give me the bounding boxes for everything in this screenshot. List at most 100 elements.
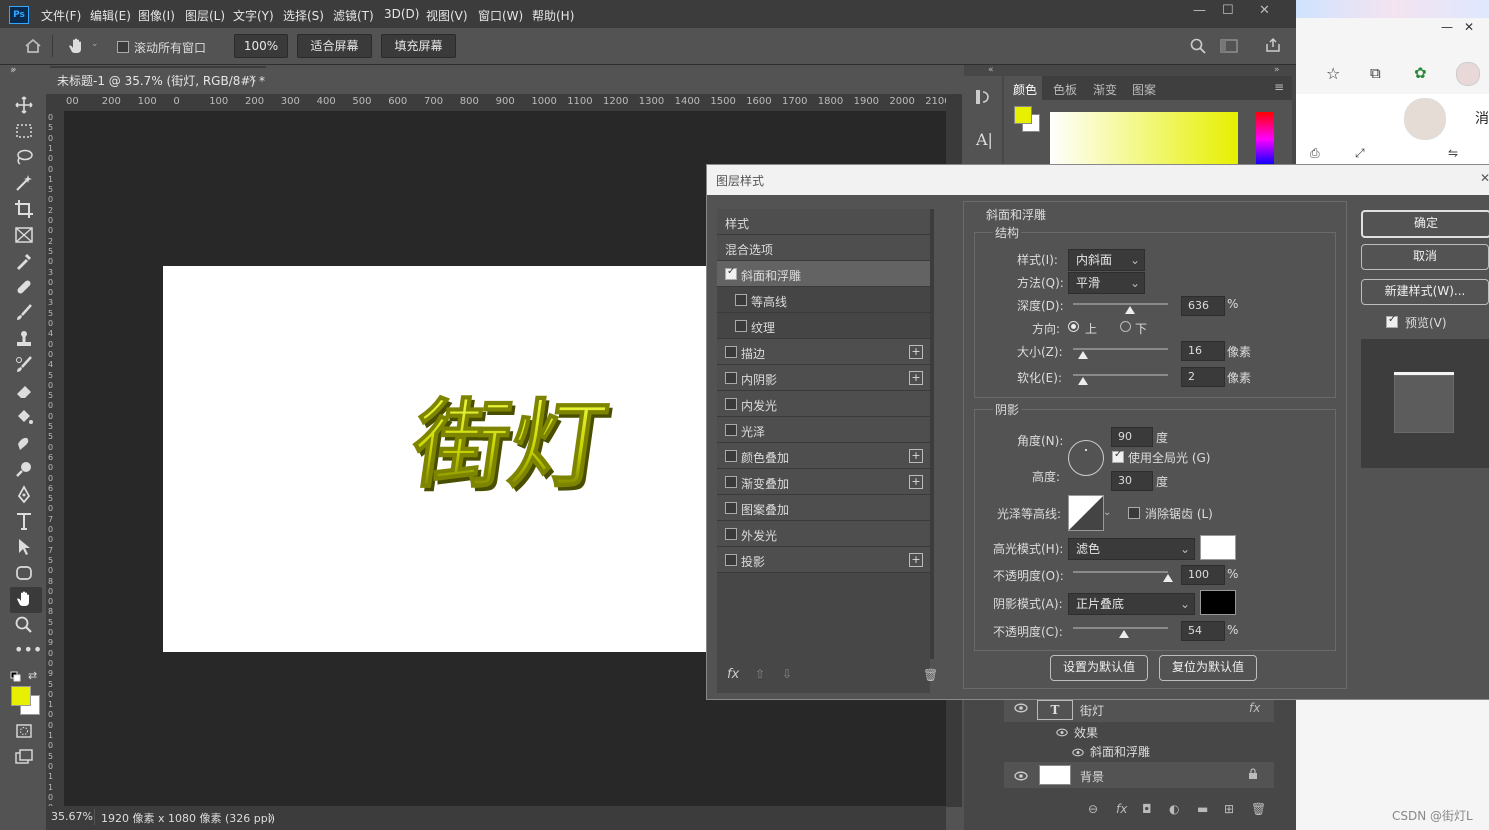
highlight-opacity-thumb[interactable] [1163, 574, 1173, 582]
style-checkbox[interactable]: ✓ [725, 266, 737, 280]
style-checkbox[interactable] [725, 554, 737, 566]
altitude-input[interactable]: 30 [1111, 471, 1153, 491]
layer-row-background[interactable]: 背景 [1004, 762, 1274, 788]
move-tool-icon[interactable] [14, 95, 38, 119]
close-button[interactable]: ✕ [1259, 3, 1270, 18]
style-list-item[interactable]: 图案叠加 [717, 495, 930, 521]
share-icon[interactable] [1265, 37, 1281, 56]
menu-image[interactable]: 图像(I) [138, 7, 175, 24]
chevron-down-icon[interactable]: ⌄ [1103, 507, 1111, 518]
style-checkbox[interactable] [725, 424, 737, 436]
status-zoom[interactable]: 35.67% [51, 810, 93, 823]
list-scrollbar[interactable] [930, 209, 934, 659]
visibility-eye-icon[interactable] [1072, 746, 1084, 760]
size-slider-track[interactable] [1073, 348, 1168, 350]
visibility-eye-icon[interactable] [1014, 770, 1028, 784]
search-icon[interactable] [1190, 38, 1206, 57]
make-default-button[interactable]: 设置为默认值 [1050, 655, 1148, 681]
default-colors-icon[interactable] [10, 671, 22, 686]
close-tab-icon[interactable]: × [248, 72, 257, 85]
eyedropper-icon[interactable] [14, 251, 38, 275]
add-style-instance-icon[interactable]: + [909, 371, 923, 385]
style-checkbox[interactable] [735, 294, 747, 306]
menu-select[interactable]: 选择(S) [283, 7, 324, 24]
style-dropdown[interactable]: 内斜面 ⌄ [1068, 249, 1145, 271]
soften-input[interactable]: 2 [1181, 367, 1225, 387]
menu-filter[interactable]: 滤镜(T) [333, 7, 374, 24]
effect-bevel-label[interactable]: 斜面和浮雕 [1090, 743, 1150, 760]
style-checkbox[interactable] [725, 372, 737, 384]
angle-dial[interactable] [1068, 440, 1104, 476]
swap-colors-icon[interactable]: ⇄ [28, 669, 37, 682]
panel-fg-swatch[interactable] [1014, 106, 1032, 124]
shadow-opacity-track[interactable] [1073, 627, 1168, 629]
new-style-button[interactable]: 新建样式(W)... [1361, 279, 1489, 305]
trash-icon[interactable]: 🗑 [923, 668, 938, 682]
collapse-icon[interactable]: « [988, 65, 994, 75]
expand-icon[interactable]: ⤢ [1355, 146, 1365, 161]
smudge-tool-icon[interactable] [14, 433, 38, 457]
size-input[interactable]: 16 [1181, 341, 1225, 361]
status-menu-arrow[interactable]: 〉 [268, 810, 279, 826]
hand-tool-icon[interactable] [66, 36, 86, 59]
style-list-item[interactable]: 等高线 [717, 287, 930, 313]
eraser-icon[interactable] [14, 381, 38, 405]
soften-slider-thumb[interactable] [1077, 377, 1088, 385]
style-checkbox[interactable] [725, 476, 737, 488]
crop-tool-icon[interactable] [14, 199, 38, 223]
style-list-item[interactable]: 描边 + [717, 339, 930, 365]
brush-tool-icon[interactable] [14, 303, 38, 327]
history-icon[interactable] [974, 88, 992, 109]
style-checkbox[interactable] [735, 320, 747, 332]
extension-icon[interactable]: ✿ [1414, 64, 1427, 82]
chevron-down-icon[interactable]: ⌄ [91, 39, 99, 49]
style-checkbox[interactable] [725, 450, 737, 462]
fit-screen-button[interactable]: 适合屏幕 [297, 34, 372, 58]
layer-name-text[interactable]: 街灯 [1080, 702, 1104, 719]
ok-button[interactable]: 确定 [1361, 210, 1489, 238]
character-panel-icon[interactable]: A| [976, 130, 993, 149]
type-tool-icon[interactable] [14, 511, 38, 535]
depth-input[interactable]: 636 [1181, 296, 1225, 316]
scroll-all-checkbox[interactable] [117, 41, 129, 53]
style-list-item[interactable]: 颜色叠加 + [717, 443, 930, 469]
panel-menu-icon[interactable]: ≡ [1274, 80, 1284, 94]
layer-name-background[interactable]: 背景 [1080, 768, 1104, 785]
move-down-icon[interactable]: ⇩ [782, 667, 792, 681]
add-style-instance-icon[interactable]: + [909, 475, 923, 489]
layer-row-text[interactable]: T 街灯 fx [1004, 698, 1274, 722]
cancel-button[interactable]: 取消 [1361, 244, 1489, 270]
style-list-item[interactable]: 投影 + [717, 547, 930, 573]
document-canvas[interactable]: 街灯 街灯 [163, 266, 708, 652]
horizontal-ruler[interactable]: 00 200 100 0 100 200 300 400 500 600 700 800 900 1000… [46, 94, 951, 112]
zoom-tool-icon[interactable] [14, 615, 38, 639]
visibility-eye-icon[interactable] [1014, 702, 1028, 716]
delete-layer-icon[interactable]: 🗑 [1251, 802, 1266, 816]
reset-default-button[interactable]: 复位为默认值 [1159, 655, 1257, 681]
blend-options-row[interactable]: 混合选项 [717, 235, 930, 261]
ruler-origin[interactable] [46, 94, 64, 111]
highlight-opacity-input[interactable]: 100 [1181, 565, 1225, 585]
move-up-icon[interactable]: ⇧ [755, 667, 765, 681]
path-select-icon[interactable] [14, 537, 38, 561]
avatar[interactable] [1404, 98, 1446, 140]
style-list-item[interactable]: 内发光 [717, 391, 930, 417]
menu-file[interactable]: 文件(F) [41, 7, 81, 24]
add-style-icon[interactable]: fx [1116, 802, 1127, 816]
zoom-100-button[interactable]: 100% [234, 34, 288, 58]
method-dropdown[interactable]: 平滑 ⌄ [1068, 272, 1145, 294]
menu-layer[interactable]: 图层(L) [185, 7, 225, 24]
global-light-checkbox[interactable]: ✓ [1112, 449, 1124, 463]
history-brush-icon[interactable] [14, 355, 38, 379]
stamp-tool-icon[interactable] [14, 329, 38, 353]
link-layers-icon[interactable]: ⊖ [1088, 802, 1098, 816]
direction-down-radio[interactable] [1120, 321, 1131, 332]
menu-type[interactable]: 文字(Y) [233, 7, 274, 24]
menu-window[interactable]: 窗口(W) [478, 7, 523, 24]
angle-input[interactable]: 90 [1111, 427, 1153, 447]
menu-edit[interactable]: 编辑(E) [90, 7, 131, 24]
style-list-item[interactable]: ✓ 斜面和浮雕 [717, 261, 930, 287]
profile-avatar[interactable] [1456, 62, 1480, 86]
shadow-color-swatch[interactable] [1200, 590, 1236, 615]
paint-bucket-icon[interactable] [14, 407, 38, 431]
